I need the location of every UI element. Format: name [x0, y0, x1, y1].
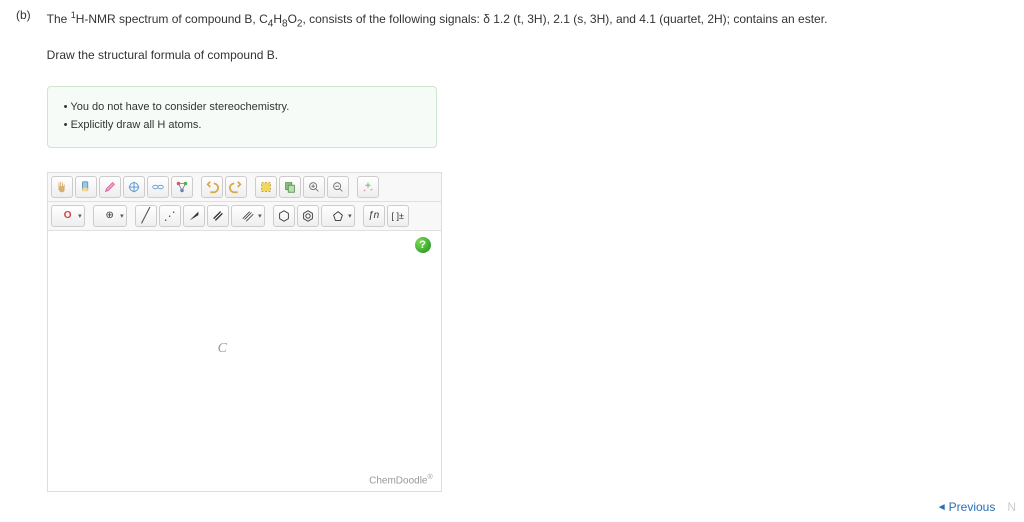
chain-tool-icon[interactable] — [147, 176, 169, 198]
double-bond-icon[interactable] — [207, 205, 229, 227]
ring-dropdown[interactable] — [321, 205, 355, 227]
zoom-out-icon[interactable] — [327, 176, 349, 198]
move-tool-icon[interactable] — [123, 176, 145, 198]
undo-icon[interactable] — [201, 176, 223, 198]
brand-sup: ® — [428, 474, 433, 481]
q-post: , consists of the following signals: δ 1… — [302, 12, 827, 26]
function-tool-icon[interactable]: ƒn — [363, 205, 385, 227]
dotted-bond-icon[interactable]: ⋰ — [159, 205, 181, 227]
atom-o-dropdown[interactable]: O — [51, 205, 85, 227]
eraser-tool-icon[interactable] — [75, 176, 97, 198]
benzene-ring-icon[interactable] — [273, 205, 295, 227]
hand-tool-icon[interactable] — [51, 176, 73, 198]
help-icon[interactable]: ? — [415, 237, 431, 253]
single-bond-glyph: ╱ — [141, 207, 149, 224]
dotted-bond-glyph: ⋰ — [164, 209, 176, 223]
part-label: (b) — [16, 8, 31, 492]
structure-editor: O ⊕ ╱ ⋰ ƒn [ ]± ? C ChemDoodle® — [47, 172, 442, 492]
hint-item: Explicitly draw all H atoms. — [64, 117, 420, 135]
charge-label: ⊕ — [105, 210, 113, 221]
question-text: The 1H-NMR spectrum of compound B, C4H8O… — [47, 8, 1008, 32]
q-pre: The — [47, 12, 71, 26]
fn-label: ƒn — [368, 210, 379, 221]
previous-button[interactable]: Previous — [937, 500, 996, 514]
redo-icon[interactable] — [225, 176, 247, 198]
hint-item: You do not have to consider stereochemis… — [64, 99, 420, 117]
bracket-tool-icon[interactable]: [ ]± — [387, 205, 409, 227]
marquee-tool-icon[interactable] — [255, 176, 277, 198]
triple-bond-dropdown[interactable] — [231, 205, 265, 227]
chemdoodle-brand: ChemDoodle® — [369, 474, 433, 486]
pagination-footer: Previous N — [937, 500, 1016, 514]
drawing-canvas[interactable]: ? C ChemDoodle® — [48, 231, 441, 491]
bonds-tool-icon[interactable] — [171, 176, 193, 198]
cyclohexane-ring-icon[interactable] — [297, 205, 319, 227]
q-mid2: H — [273, 12, 282, 26]
q-mid3: O — [288, 12, 297, 26]
single-bond-icon[interactable]: ╱ — [135, 205, 157, 227]
bracket-label: [ ]± — [391, 211, 403, 221]
charge-dropdown[interactable]: ⊕ — [93, 205, 127, 227]
clean-tool-icon[interactable] — [357, 176, 379, 198]
wedge-bond-icon[interactable] — [183, 205, 205, 227]
subprompt: Draw the structural formula of compound … — [47, 48, 1008, 62]
q-mid1: H-NMR spectrum of compound B, C — [76, 12, 268, 26]
copy-icon[interactable] — [279, 176, 301, 198]
zoom-in-icon[interactable] — [303, 176, 325, 198]
toolbar-row-2: O ⊕ ╱ ⋰ ƒn [ ]± — [48, 202, 441, 231]
next-button[interactable]: N — [1007, 500, 1016, 514]
atom-o-label: O — [64, 210, 72, 221]
placed-atom-c[interactable]: C — [218, 341, 227, 357]
hint-box: You do not have to consider stereochemis… — [47, 86, 437, 147]
pencil-tool-icon[interactable] — [99, 176, 121, 198]
toolbar-row-1 — [48, 173, 441, 202]
brand-text: ChemDoodle — [369, 476, 427, 487]
